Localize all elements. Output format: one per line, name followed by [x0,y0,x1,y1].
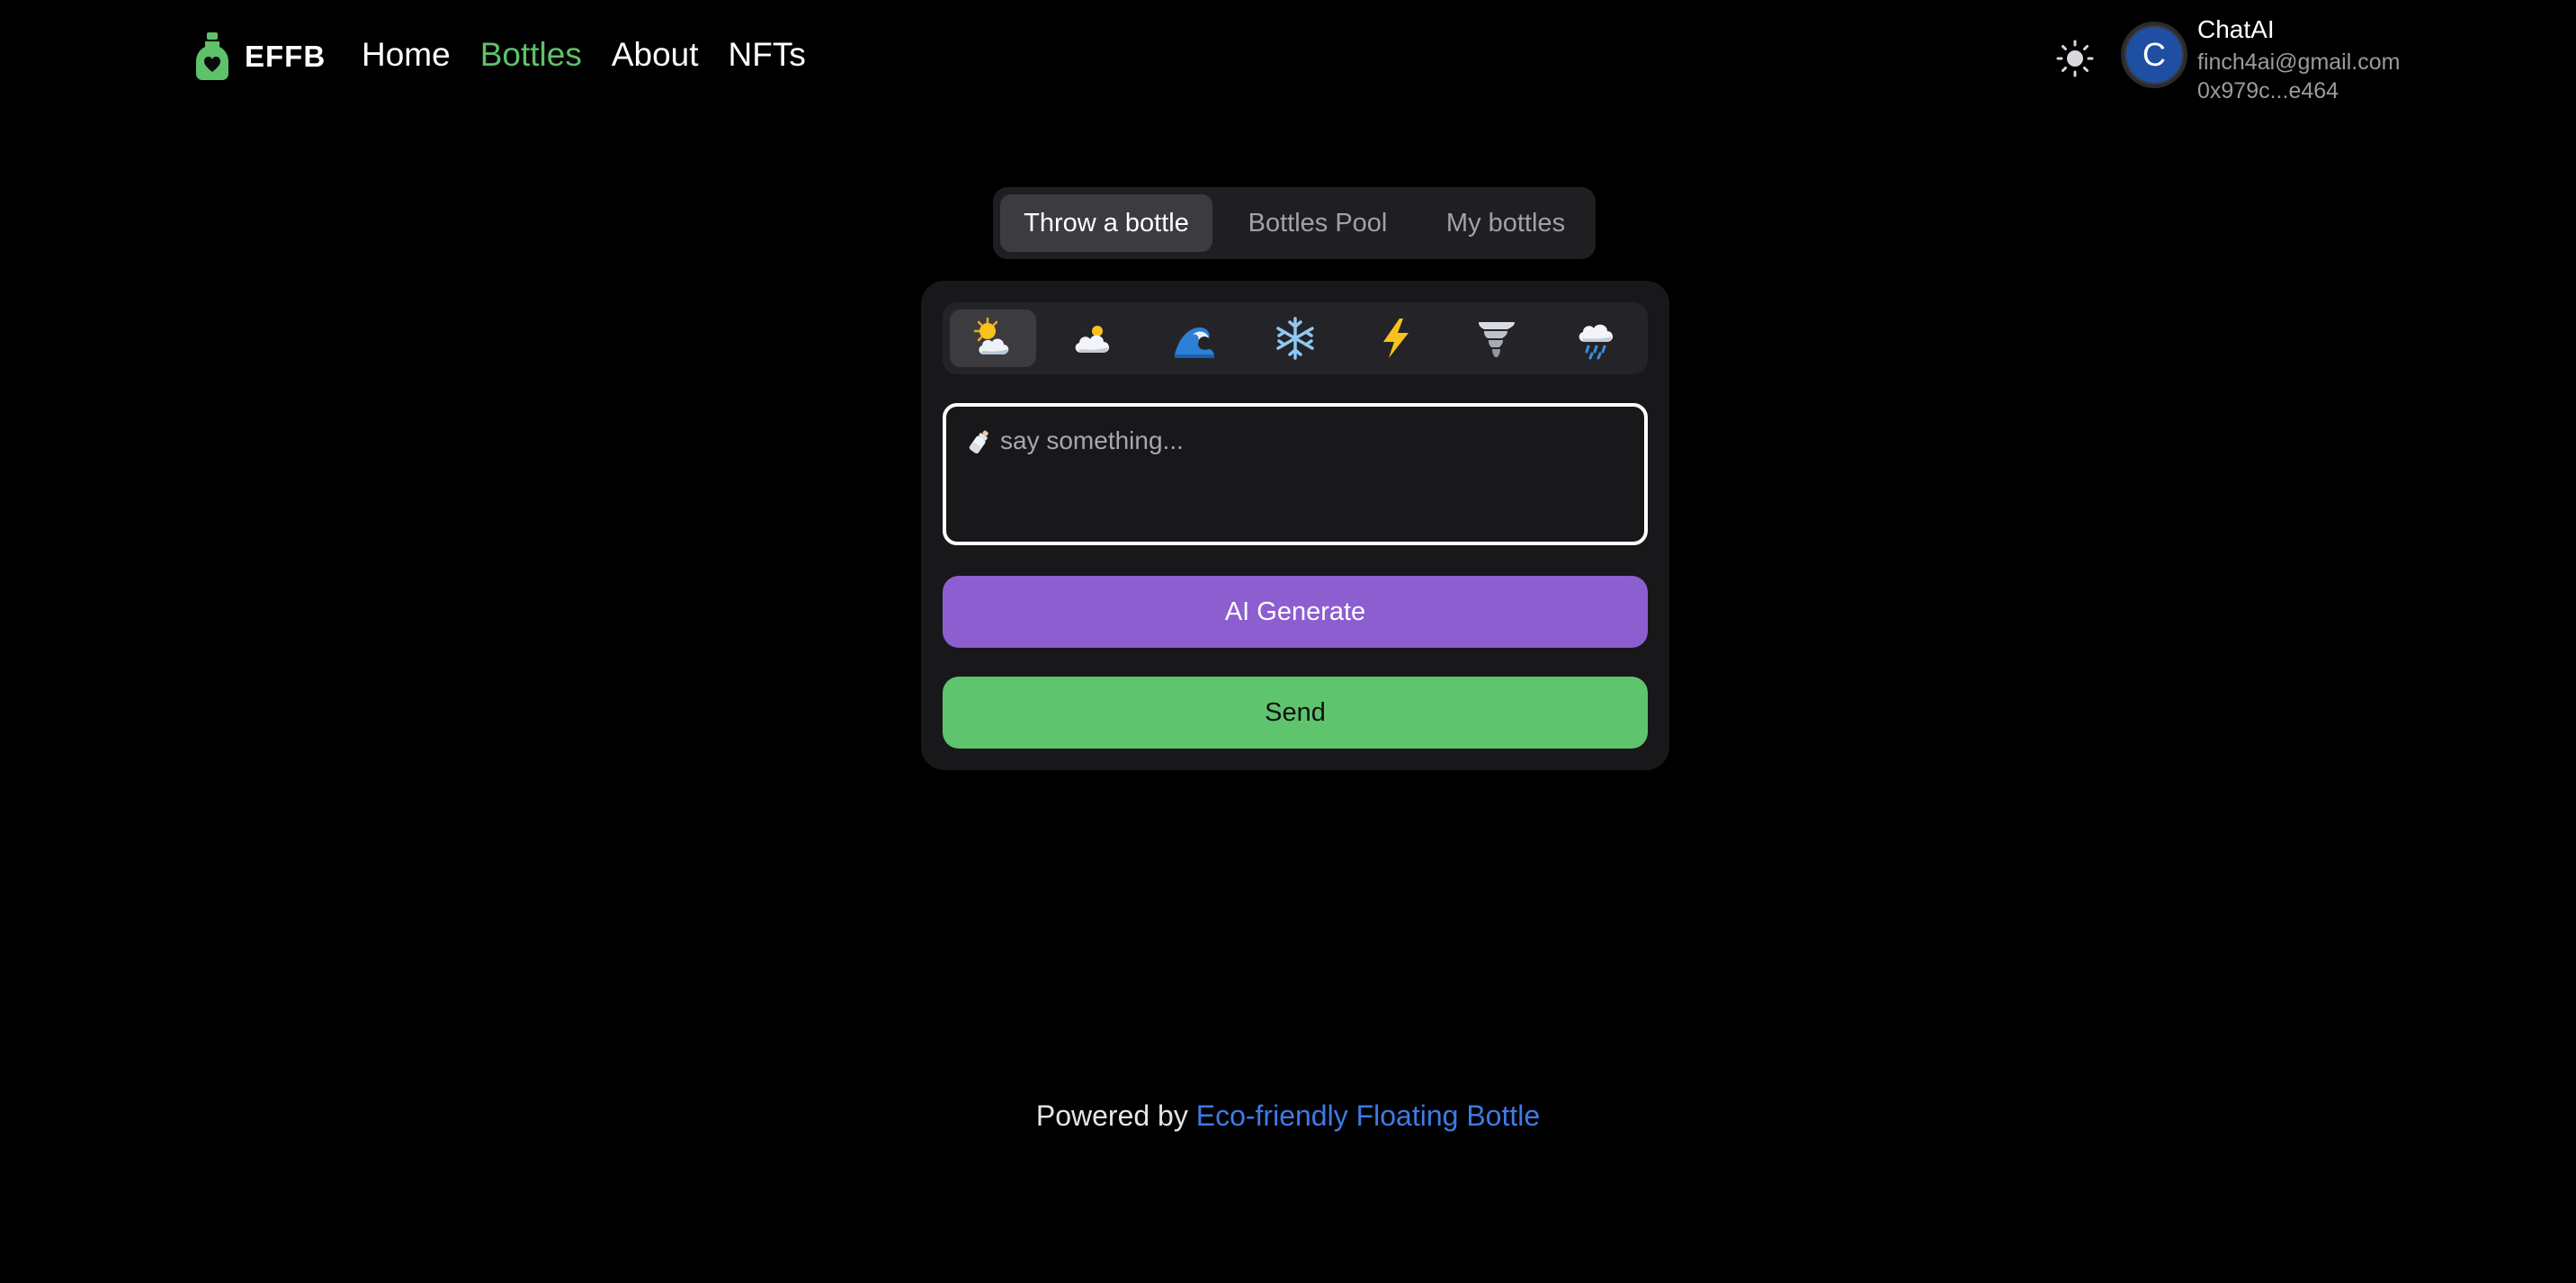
send-button[interactable]: Send [943,677,1648,749]
rain-cloud-icon [1579,324,1614,360]
nav-home[interactable]: Home [362,36,451,74]
bottle-tabs: Throw a bottle Bottles Pool My bottles [993,187,1596,259]
brand[interactable]: EFFB [192,31,326,83]
weather-option-snowflake[interactable] [1252,310,1338,367]
bottle-logo-icon [196,32,228,80]
cloud-icon [1075,326,1110,353]
snowflake-icon [1276,317,1314,360]
weather-option-wave[interactable] [1151,310,1238,367]
nav-about[interactable]: About [612,36,699,74]
weather-option-tornado[interactable] [1453,310,1540,367]
tab-bottles-pool[interactable]: Bottles Pool [1212,194,1423,252]
user-info[interactable]: ChatAI finch4ai@gmail.com 0x979c...e464 [2197,14,2400,104]
tab-my-bottles[interactable]: My bottles [1423,194,1588,252]
weather-option-cloud[interactable] [1051,310,1137,367]
message-input-wrapper [943,403,1648,545]
weather-option-sun-cloud[interactable] [950,310,1036,367]
baby-bottle-icon [969,430,988,453]
sun-behind-cloud-icon [973,317,1009,354]
footer-link[interactable]: Eco-friendly Floating Bottle [1196,1099,1540,1132]
weather-selector [943,302,1648,374]
weather-option-lightning[interactable] [1353,310,1439,367]
sun-theme-toggle-icon[interactable] [2056,40,2094,77]
tornado-icon [1479,322,1515,357]
page: EFFB Home Bottles About NFTs C ChatAI fi… [0,0,2576,1283]
avatar-initial: C [2142,36,2166,73]
brand-name: EFFB [245,40,326,73]
user-avatar[interactable]: C [2121,22,2187,88]
throw-bottle-card: AI Generate Send [921,281,1669,770]
wave-icon [1175,327,1214,358]
lightning-icon [1383,319,1409,358]
user-name: ChatAI [2197,15,2275,43]
wallet-address: 0x979c...e464 [2197,77,2339,103]
user-email: finch4ai@gmail.com [2197,49,2401,75]
message-input[interactable] [946,407,1644,542]
top-navbar: EFFB Home Bottles About NFTs C ChatAI fi… [0,0,2576,117]
ai-generate-button[interactable]: AI Generate [943,576,1648,648]
nav-bottles[interactable]: Bottles [480,36,582,74]
tab-throw-a-bottle[interactable]: Throw a bottle [1000,194,1212,252]
footer: Powered by Eco-friendly Floating Bottle [0,1099,2576,1133]
nav-nfts[interactable]: NFTs [729,36,806,74]
footer-prefix: Powered by [1035,1099,1188,1132]
main-nav: Home Bottles About NFTs [362,36,836,74]
weather-option-rain[interactable] [1554,310,1641,367]
